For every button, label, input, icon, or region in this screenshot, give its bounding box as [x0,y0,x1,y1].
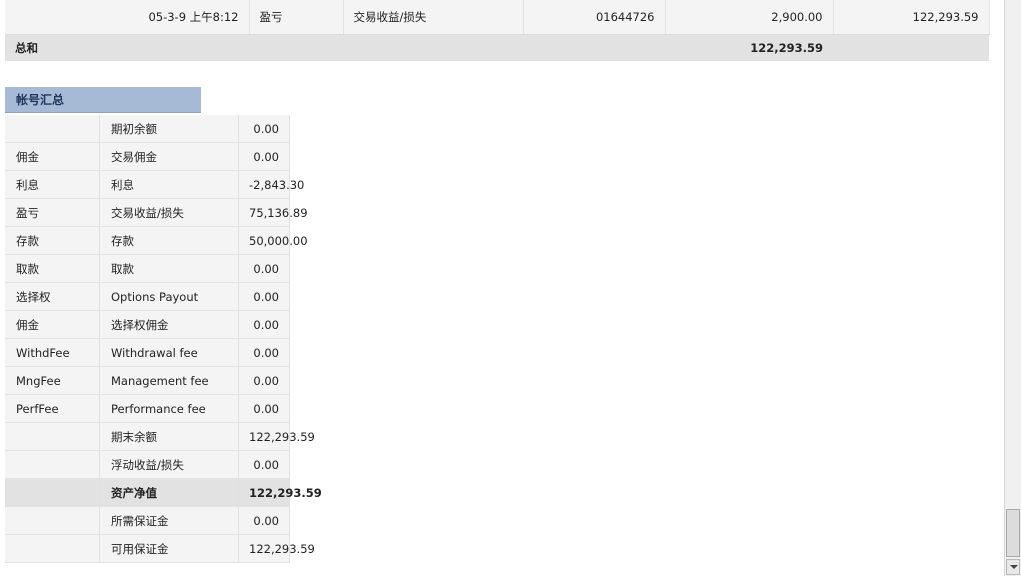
summary-value: 0.00 [238,115,290,143]
summary-type: MngFee [5,366,100,395]
summary-name: 所需保证金 [99,506,239,535]
transactions-table: 05-3-9 上午8:12 盈亏 交易收益/损失 01644726 2,900.… [5,0,990,61]
summary-name: 期初余额 [99,115,239,143]
summary-value: 0.00 [238,310,290,339]
summary-type [5,534,100,563]
summary-value: 50,000.00 [238,226,308,255]
summary-name: 选择权佣金 [99,310,239,339]
summary-row: PerfFee Performance fee 0.00 [5,394,290,423]
summary-row: 期末余额 122,293.59 [5,422,315,451]
report-viewport: 05-3-9 上午8:12 盈亏 交易收益/损失 01644726 2,900.… [0,0,1004,576]
summary-name: 浮动收益/损失 [99,450,239,479]
summary-name: Management fee [99,366,239,395]
summary-row: 选择权 Options Payout 0.00 [5,282,290,311]
summary-row: 期初余额 0.00 [5,115,290,143]
table-row: 05-3-9 上午8:12 盈亏 交易收益/损失 01644726 2,900.… [5,0,990,35]
summary-type: 佣金 [5,142,100,171]
summary-value: 0.00 [238,254,290,283]
summary-name: Withdrawal fee [99,338,239,367]
summary-type [5,115,100,143]
summary-row: 所需保证金 0.00 [5,506,290,535]
summary-type [5,422,100,451]
summary-value: 75,136.89 [238,198,308,227]
summary-row: 佣金 选择权佣金 0.00 [5,310,290,339]
summary-type: 利息 [5,170,100,199]
summary-value: 122,293.59 [238,478,322,507]
summary-type: 取款 [5,254,100,283]
summary-name: 取款 [99,254,239,283]
tx-category: 盈亏 [249,0,344,35]
summary-row: WithdFee Withdrawal fee 0.00 [5,338,290,367]
summary-value: 122,293.59 [238,422,315,451]
summary-name: 资产净值 [99,478,239,507]
total-label: 总和 [5,34,249,61]
summary-name: Options Payout [99,282,239,311]
summary-row: 资产净值 122,293.59 [5,478,322,507]
summary-value: 0.00 [238,394,290,423]
tx-ticket: 01644726 [523,0,666,35]
tx-datetime: 05-3-9 上午8:12 [5,0,250,35]
summary-row: MngFee Management fee 0.00 [5,366,290,395]
summary-row: 浮动收益/损失 0.00 [5,450,290,479]
summary-name: 期末余额 [99,422,239,451]
total-amount: 122,293.59 [665,34,833,61]
summary-row: 利息 利息 -2,843.30 [5,170,304,199]
summary-type [5,450,100,479]
account-summary-title: 帐号汇总 [5,87,201,113]
scroll-down-arrow-icon[interactable] [1006,559,1020,575]
total-row: 总和 122,293.59 [5,34,989,61]
summary-name: 交易收益/损失 [99,198,239,227]
tx-description: 交易收益/损失 [343,0,524,35]
summary-row: 可用保证金 122,293.59 [5,534,315,563]
summary-type: PerfFee [5,394,100,423]
scrollbar-thumb[interactable] [1006,509,1020,557]
summary-value: 0.00 [238,366,290,395]
tx-balance: 122,293.59 [833,0,990,35]
summary-name: Performance fee [99,394,239,423]
vertical-scrollbar[interactable] [1004,0,1021,576]
summary-value: 0.00 [238,506,290,535]
summary-type: 佣金 [5,310,100,339]
tx-amount: 2,900.00 [665,0,834,35]
summary-row: 存款 存款 50,000.00 [5,226,308,255]
summary-value: 122,293.59 [238,534,315,563]
summary-value: -2,843.30 [238,170,304,199]
summary-value: 0.00 [238,450,290,479]
summary-type: 存款 [5,226,100,255]
summary-name: 存款 [99,226,239,255]
scrollbar-track[interactable] [1005,0,1021,559]
summary-name: 可用保证金 [99,534,239,563]
summary-name: 交易佣金 [99,142,239,171]
summary-type [5,478,100,507]
summary-type: 选择权 [5,282,100,311]
account-summary-table: 期初余额 0.00 佣金 交易佣金 0.00 利息 利息 -2,843.30 盈亏 交易收益/损失… [5,115,322,563]
summary-value: 0.00 [238,142,290,171]
summary-type: 盈亏 [5,198,100,227]
summary-row: 取款 取款 0.00 [5,254,290,283]
summary-row: 盈亏 交易收益/损失 75,136.89 [5,198,308,227]
summary-row: 佣金 交易佣金 0.00 [5,142,290,171]
summary-name: 利息 [99,170,239,199]
summary-type [5,506,100,535]
summary-value: 0.00 [238,338,290,367]
summary-value: 0.00 [238,282,290,311]
summary-type: WithdFee [5,338,100,367]
